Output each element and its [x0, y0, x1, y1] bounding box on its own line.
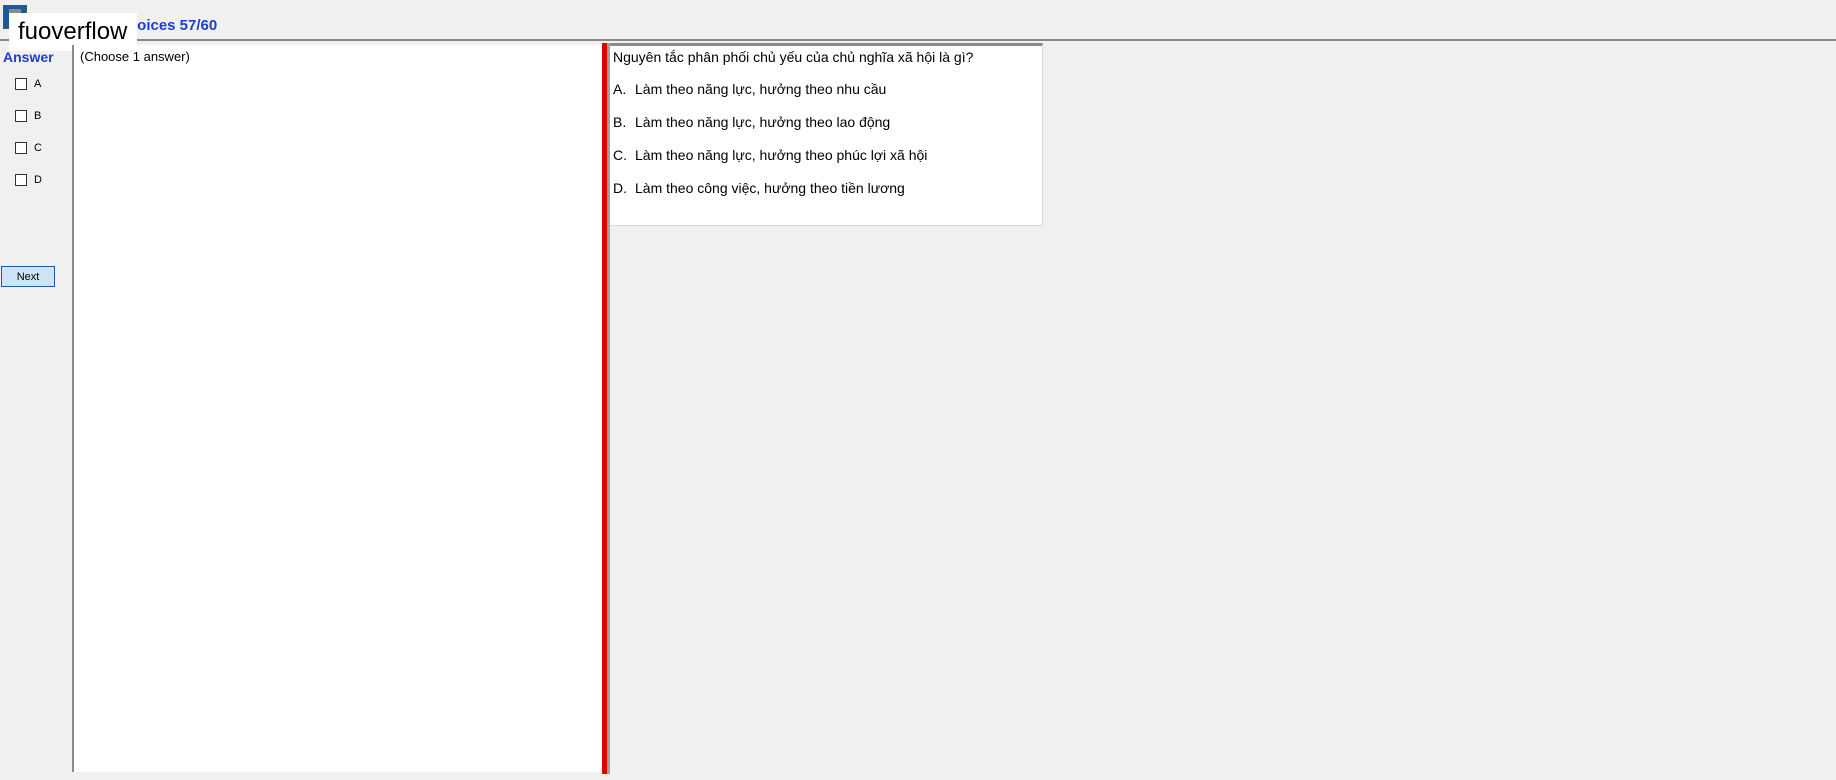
option-d: D. Làm theo công việc, hưởng theo tiền lư…	[613, 180, 905, 196]
option-text-a: Làm theo năng lực, hưởng theo nhu cầu	[635, 81, 887, 97]
choice-letter-d: D	[34, 174, 42, 186]
choice-letter-c: C	[34, 142, 42, 154]
option-letter-c: C.	[613, 147, 627, 163]
question-text: Nguyên tắc phân phối chủ yếu của chủ ngh…	[613, 49, 974, 65]
question-panel: Nguyên tắc phân phối chủ yếu của chủ ngh…	[610, 43, 1043, 226]
answer-heading: Answer	[3, 49, 54, 65]
option-a: A. Làm theo năng lực, hưởng theo nhu cầu	[613, 81, 886, 97]
checkbox-d[interactable]	[15, 174, 27, 186]
option-text-d: Làm theo công việc, hưởng theo tiền lươn…	[635, 180, 905, 196]
option-text-c: Làm theo năng lực, hưởng theo phúc lợi x…	[635, 147, 928, 163]
answer-choice-c[interactable]: C	[15, 142, 42, 154]
option-c: C. Làm theo năng lực, hưởng theo phúc lợi…	[613, 147, 927, 163]
answer-notes-panel: (Choose 1 answer)	[72, 45, 602, 772]
option-letter-a: A.	[613, 81, 627, 97]
option-text-b: Làm theo năng lực, hưởng theo lao động	[635, 114, 891, 130]
next-button[interactable]: Next	[1, 266, 55, 287]
choice-letter-a: A	[34, 78, 42, 90]
choice-letter-b: B	[34, 110, 42, 122]
option-letter-b: B.	[613, 114, 627, 130]
answer-choice-a[interactable]: A	[15, 78, 41, 90]
option-letter-d: D.	[613, 180, 627, 196]
question-counter: hoices 57/60	[128, 17, 218, 34]
choose-hint: (Choose 1 answer)	[80, 49, 190, 64]
option-b: B. Làm theo năng lực, hưởng theo lao động	[613, 114, 890, 130]
title-bar: hoices 57/60 fuoverflow	[0, 0, 1836, 51]
checkbox-c[interactable]	[15, 142, 27, 154]
checkbox-b[interactable]	[15, 110, 27, 122]
checkbox-a[interactable]	[15, 78, 27, 90]
answer-choice-b[interactable]: B	[15, 110, 41, 122]
answer-choice-d[interactable]: D	[15, 174, 42, 186]
